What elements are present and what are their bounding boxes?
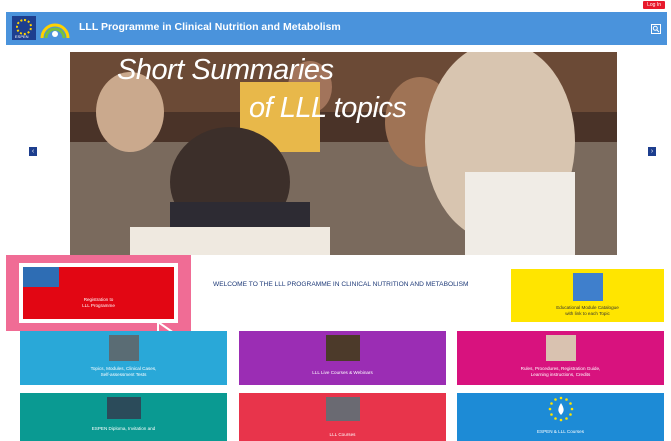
search-icon[interactable] bbox=[651, 24, 661, 34]
registration-thumbnail bbox=[23, 267, 59, 287]
lll-logo-icon bbox=[40, 23, 70, 39]
topics-label: Topics, Modules, Clinical Cases, Self-as… bbox=[90, 366, 157, 377]
espen-diploma-thumbnail bbox=[106, 397, 141, 419]
registration-tile[interactable]: Registration to LLL Programme bbox=[23, 267, 174, 319]
espen-diploma-label: ESPEN Diploma, Invitation and bbox=[91, 426, 156, 431]
carousel-caption-line1: Short Summaries bbox=[117, 54, 334, 86]
catalogue-label: Educational Module Catalogue with link t… bbox=[556, 305, 619, 316]
catalogue-tile[interactable]: Educational Module Catalogue with link t… bbox=[511, 269, 664, 322]
topics-thumbnail bbox=[108, 335, 139, 361]
welcome-heading: WELCOME TO THE LLL PROGRAMME IN CLINICAL… bbox=[213, 281, 469, 288]
espen-courses-tile[interactable]: ESPEN & LLL Courses bbox=[457, 393, 664, 441]
topics-tile[interactable]: Topics, Modules, Clinical Cases, Self-as… bbox=[20, 331, 227, 385]
rules-thumbnail bbox=[545, 335, 576, 361]
rules-label: Rules, Procedures, Registration Guide, L… bbox=[520, 366, 601, 377]
live-courses-thumbnail bbox=[325, 335, 360, 361]
site-header: ESPEN LLL Programme in Clinical Nutritio… bbox=[6, 12, 667, 45]
live-courses-tile[interactable]: LLL Live Courses & Webinars bbox=[239, 331, 446, 385]
espen-diploma-tile[interactable]: ESPEN Diploma, Invitation and bbox=[20, 393, 227, 441]
carousel-prev-button[interactable]: ‹ bbox=[29, 147, 37, 156]
carousel-caption-line2: of LLL topics bbox=[249, 92, 407, 124]
top-strip: Log In bbox=[0, 0, 671, 10]
page-title: LLL Programme in Clinical Nutrition and … bbox=[79, 21, 341, 33]
espen-logo-icon: ESPEN bbox=[12, 16, 36, 40]
live-courses-label: LLL Live Courses & Webinars bbox=[312, 370, 373, 375]
carousel-next-button[interactable]: › bbox=[648, 147, 656, 156]
registration-label: Registration to LLL Programme bbox=[82, 297, 115, 308]
catalogue-thumbnail bbox=[572, 273, 603, 301]
lll-courses-tile[interactable]: LLL Courses bbox=[239, 393, 446, 441]
eu-stars-icon bbox=[548, 396, 573, 422]
lll-courses-thumbnail bbox=[325, 397, 360, 421]
espen-courses-label: ESPEN & LLL Courses bbox=[536, 429, 585, 434]
logo[interactable]: ESPEN bbox=[12, 16, 72, 42]
rules-tile[interactable]: Rules, Procedures, Registration Guide, L… bbox=[457, 331, 664, 385]
lll-courses-label: LLL Courses bbox=[329, 432, 356, 437]
login-button[interactable]: Log In bbox=[643, 1, 665, 9]
